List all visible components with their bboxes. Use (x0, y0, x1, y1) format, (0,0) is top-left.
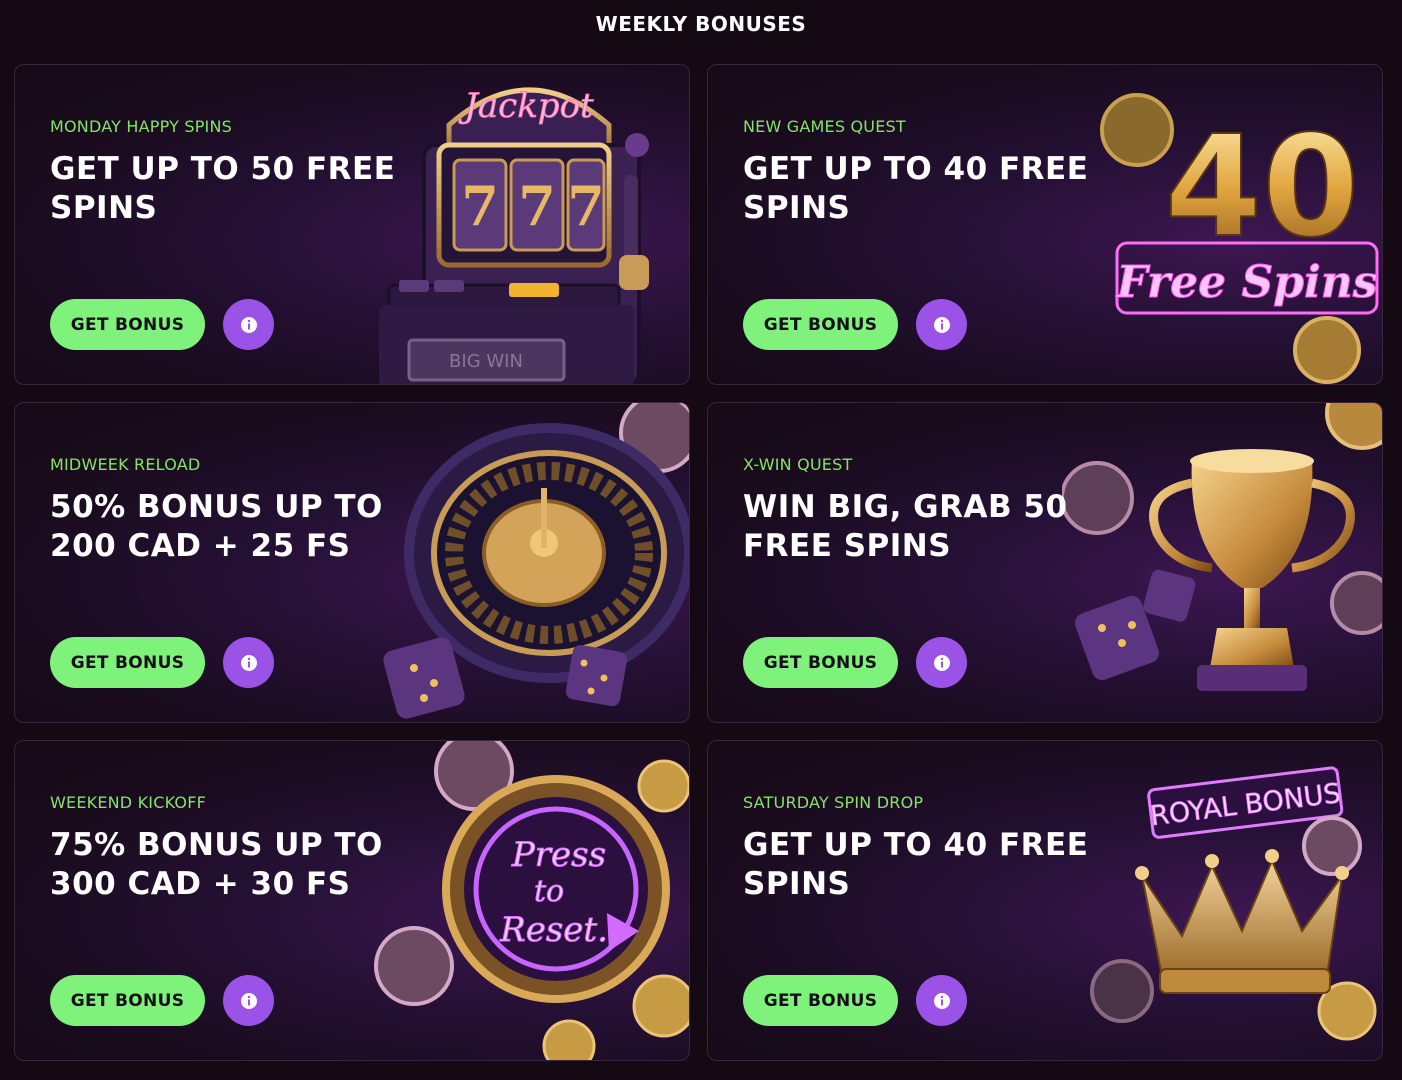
slot-machine-illustration: Jackpot 7 7 7 BIG WIN (369, 65, 689, 384)
bonus-grid: Jackpot 7 7 7 BIG WIN MONDAY HAPPY SPINS… (14, 64, 1383, 1061)
get-bonus-button[interactable]: GET BONUS (50, 299, 205, 350)
reel-1: 7 (461, 174, 499, 238)
card-actions: GET BONUS (50, 637, 274, 688)
crown-illustration: ROYAL BONUS (1062, 741, 1382, 1060)
info-icon (240, 316, 257, 333)
card-text: MIDWEEK RELOAD 50% BONUS UP TO 200 CAD +… (50, 455, 410, 566)
card-actions: GET BONUS (50, 299, 274, 350)
bonus-title: 50% BONUS UP TO 200 CAD + 25 FS (50, 489, 383, 564)
forty-number: 40 (1165, 106, 1360, 269)
bonus-tag: WEEKEND KICKOFF (50, 793, 207, 812)
bonus-tag: MIDWEEK RELOAD (50, 455, 201, 474)
get-bonus-button[interactable]: GET BONUS (743, 975, 898, 1026)
card-actions: GET BONUS (743, 299, 967, 350)
card-text: X-WIN QUEST WIN BIG, GRAB 50 FREE SPINS (743, 455, 1103, 566)
bonus-title: 75% BONUS UP TO 300 CAD + 30 FS (50, 827, 383, 902)
card-actions: GET BONUS (743, 975, 967, 1026)
get-bonus-button[interactable]: GET BONUS (50, 637, 205, 688)
reel-3: 7 (567, 174, 605, 238)
page-title: WEEKLY BONUSES (595, 12, 807, 36)
bonus-card-saturday: ROYAL BONUS SATURDAY SPIN DROP GET UP TO… (707, 740, 1383, 1061)
bonus-card-midweek: MIDWEEK RELOAD 50% BONUS UP TO 200 CAD +… (14, 402, 690, 723)
big-win-plate: BIG WIN (449, 351, 523, 372)
card-text: WEEKEND KICKOFF 75% BONUS UP TO 300 CAD … (50, 793, 410, 904)
card-actions: GET BONUS (50, 975, 274, 1026)
press-neon: Press (511, 835, 606, 875)
info-button[interactable] (223, 299, 274, 350)
get-bonus-button[interactable]: GET BONUS (743, 299, 898, 350)
jackpot-sign: Jackpot (458, 86, 594, 126)
trophy-illustration (1062, 403, 1382, 722)
bonus-title: GET UP TO 40 FREE SPINS (743, 827, 1089, 902)
info-button[interactable] (916, 975, 967, 1026)
reel-2: 7 (518, 174, 556, 238)
weekly-bonuses-page: WEEKLY BONUSES Jackpot 7 7 7 BIG WIN MON… (0, 0, 1402, 1080)
bonus-title: WIN BIG, GRAB 50 FREE SPINS (743, 489, 1068, 564)
reset-neon: Reset. (499, 910, 608, 950)
card-text: NEW GAMES QUEST GET UP TO 40 FREE SPINS (743, 117, 1103, 228)
free-spins-illustration: 40 Free Spins (1062, 65, 1382, 384)
bonus-card-weekend: Press to Reset. WEEKEND KICKOFF 75% BONU… (14, 740, 690, 1061)
info-button[interactable] (916, 299, 967, 350)
bonus-title: GET UP TO 50 FREE SPINS (50, 151, 396, 226)
bonus-tag: MONDAY HAPPY SPINS (50, 117, 232, 136)
info-icon (933, 992, 950, 1009)
info-button[interactable] (223, 975, 274, 1026)
get-bonus-button[interactable]: GET BONUS (50, 975, 205, 1026)
info-icon (240, 654, 257, 671)
to-neon: to (534, 874, 564, 909)
card-text: MONDAY HAPPY SPINS GET UP TO 50 FREE SPI… (50, 117, 410, 228)
info-button[interactable] (223, 637, 274, 688)
bonus-card-x-win: X-WIN QUEST WIN BIG, GRAB 50 FREE SPINS … (707, 402, 1383, 723)
bonus-tag: NEW GAMES QUEST (743, 117, 906, 136)
bonus-tag: X-WIN QUEST (743, 455, 853, 474)
info-icon (933, 316, 950, 333)
bonus-card-new-games: 40 Free Spins NEW GAMES QUEST GET UP TO … (707, 64, 1383, 385)
roulette-illustration (369, 403, 689, 722)
card-actions: GET BONUS (743, 637, 967, 688)
info-icon (933, 654, 950, 671)
press-to-reset-illustration: Press to Reset. (369, 741, 689, 1060)
info-icon (240, 992, 257, 1009)
get-bonus-button[interactable]: GET BONUS (743, 637, 898, 688)
bonus-title: GET UP TO 40 FREE SPINS (743, 151, 1089, 226)
free-spins-neon: Free Spins (1115, 257, 1378, 308)
info-button[interactable] (916, 637, 967, 688)
card-text: SATURDAY SPIN DROP GET UP TO 40 FREE SPI… (743, 793, 1103, 904)
bonus-tag: SATURDAY SPIN DROP (743, 793, 924, 812)
bonus-card-monday: Jackpot 7 7 7 BIG WIN MONDAY HAPPY SPINS… (14, 64, 690, 385)
